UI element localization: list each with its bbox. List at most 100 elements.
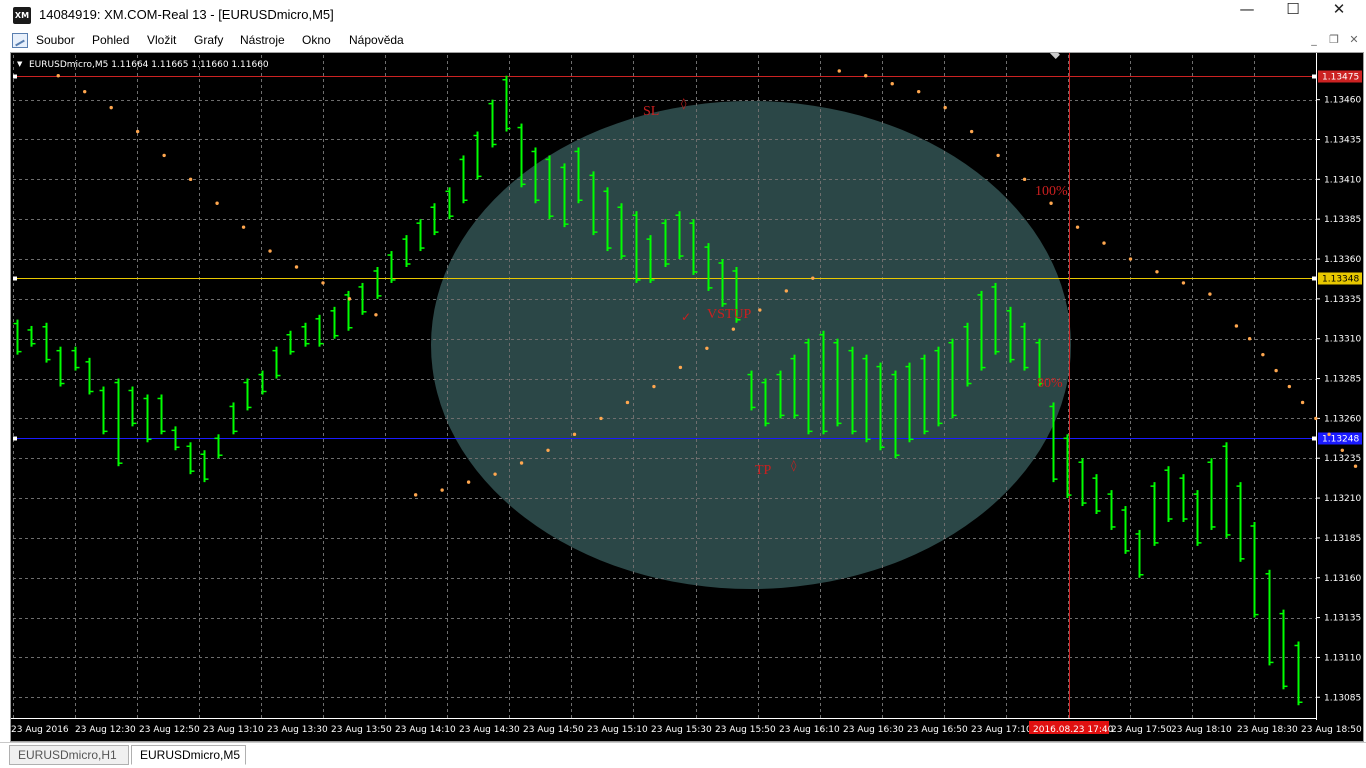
- sar-dot: [864, 74, 868, 78]
- sar-dot: [1261, 352, 1265, 357]
- sar-dot: [347, 297, 352, 301]
- sar-dot: [162, 153, 166, 158]
- level-price-label: 1.13348: [1322, 275, 1359, 285]
- mdi-minimize-button[interactable]: _: [1305, 33, 1323, 48]
- x-tick-label: 23 Aug 15:50: [715, 725, 776, 735]
- sar-dot: [1049, 201, 1053, 205]
- entry-check-icon: ✓: [681, 310, 691, 324]
- menu-napoveda[interactable]: Nápověda: [349, 33, 404, 47]
- sar-dot: [1102, 241, 1106, 245]
- sar-dot: [1247, 337, 1252, 341]
- sar-dot: [996, 153, 1000, 158]
- y-tick-label: 1.13210: [1324, 494, 1361, 504]
- sar-dot: [1314, 416, 1318, 421]
- y-tick-label: 1.13085: [1324, 693, 1361, 703]
- window-title: 14084919: XM.COM-Real 13 - [EURUSDmicro,…: [39, 7, 334, 22]
- x-tick-label: 23 Aug 2016: [11, 725, 69, 735]
- y-tick-label: 1.13185: [1324, 534, 1361, 544]
- level-handle: [13, 74, 17, 79]
- maximize-button[interactable]: ☐: [1270, 0, 1316, 31]
- x-tick-label: 23 Aug 13:30: [267, 725, 328, 735]
- close-button[interactable]: ✕: [1316, 0, 1362, 31]
- x-tick-label: 23 Aug 18:50: [1301, 725, 1362, 735]
- menu-soubor[interactable]: Soubor: [36, 33, 75, 47]
- sar-dot: [625, 400, 630, 405]
- y-tick-label: 1.13385: [1324, 215, 1361, 225]
- menu-nastroje[interactable]: Nástroje: [240, 33, 285, 47]
- sar-dot: [135, 129, 140, 134]
- vstup-annotation: VSTUP: [707, 307, 752, 322]
- menu-vlozit[interactable]: Vložit: [147, 33, 176, 47]
- level-80-annotation: 80%: [1037, 376, 1063, 391]
- sar-dot: [890, 82, 894, 86]
- x-tick-label: 23 Aug 16:50: [907, 725, 968, 735]
- chart-tab-bar: EURUSDmicro,H1 EURUSDmicro,M5: [0, 742, 1366, 768]
- sar-dot: [188, 177, 193, 182]
- sl-annotation: SL: [643, 104, 659, 119]
- x-tick-label: 23 Aug 14:30: [459, 725, 520, 735]
- sar-dot: [678, 365, 683, 370]
- sar-dot: [811, 276, 815, 280]
- tp-marker-icon: ◊: [791, 459, 797, 472]
- menu-pohled[interactable]: Pohled: [92, 33, 129, 47]
- level-handle: [13, 436, 17, 441]
- x-tick-label: 23 Aug 14:50: [523, 725, 584, 735]
- sar-dot: [440, 488, 444, 492]
- level-handle: [1312, 74, 1316, 79]
- price-chart[interactable]: 1.13085 1.13110 1.13135 1.13160 1.13185 1.132…: [11, 53, 1363, 741]
- y-tick-label: 1.13110: [1324, 653, 1361, 663]
- x-tick-label: 23 Aug 17:50: [1111, 725, 1172, 735]
- sar-dot: [1234, 324, 1239, 328]
- sar-dot: [1022, 177, 1027, 182]
- menu-grafy[interactable]: Grafy: [194, 33, 223, 47]
- sar-dot: [705, 346, 709, 350]
- sar-dot: [572, 432, 577, 437]
- menu-okno[interactable]: Okno: [302, 33, 331, 47]
- sar-dot: [109, 105, 113, 110]
- sar-dot: [599, 416, 603, 421]
- crosshair-time-label: 2016.08.23 17:40: [1033, 725, 1114, 735]
- mdi-restore-button[interactable]: ❐: [1325, 33, 1343, 48]
- sar-dot: [758, 308, 762, 312]
- sar-dot: [268, 249, 272, 253]
- x-tick-label: 23 Aug 15:30: [651, 725, 712, 735]
- sar-dot: [1128, 257, 1133, 261]
- sar-dot: [83, 89, 87, 94]
- x-tick-label: 23 Aug 17:10: [971, 725, 1032, 735]
- y-tick-label: 1.13135: [1324, 614, 1361, 624]
- title-bar: XM 14084919: XM.COM-Real 13 - [EURUSDmic…: [0, 0, 1366, 31]
- sar-dot: [1208, 292, 1212, 296]
- sar-dot: [943, 105, 947, 110]
- y-tick-label: 1.13310: [1324, 335, 1361, 345]
- x-tick-label: 23 Aug 13:10: [203, 725, 264, 735]
- minimize-button[interactable]: —: [1224, 0, 1270, 31]
- highlight-circle: [431, 101, 1071, 589]
- sar-dot: [493, 472, 497, 476]
- chart-header-label: EURUSDmicro,M5 1.11664 1.11665 1.11660 1…: [29, 60, 269, 70]
- y-tick-label: 1.13360: [1324, 255, 1361, 265]
- sar-dot: [1327, 432, 1331, 437]
- chart-header-arrow-icon: ▼: [17, 60, 23, 68]
- x-tick-label: 23 Aug 16:10: [779, 725, 840, 735]
- y-tick-label: 1.13410: [1324, 175, 1361, 185]
- menu-bar: Soubor Pohled Vložit Grafy Nástroje Okno…: [0, 31, 1366, 51]
- sar-dot: [1340, 448, 1345, 452]
- level-price-label: 1.13475: [1322, 73, 1359, 83]
- x-tick-label: 23 Aug 18:30: [1237, 725, 1298, 735]
- chart-window-icon[interactable]: [12, 33, 28, 48]
- tab-eurusd-m5[interactable]: EURUSDmicro,M5: [131, 745, 246, 765]
- chart-shift-marker-icon: [1050, 53, 1060, 59]
- sar-dot: [1353, 464, 1358, 468]
- sar-dot: [215, 201, 219, 205]
- sar-dot: [731, 327, 736, 331]
- x-tick-label: 23 Aug 12:50: [139, 725, 200, 735]
- sl-marker-icon: ◊: [681, 97, 687, 110]
- tab-eurusd-h1[interactable]: EURUSDmicro,H1: [9, 745, 129, 765]
- level-price-label: 1.13248: [1322, 435, 1359, 445]
- sar-dot: [321, 281, 325, 285]
- sar-dot: [837, 69, 841, 73]
- sar-dot: [519, 461, 524, 465]
- level-handle: [1312, 436, 1316, 441]
- x-tick-label: 23 Aug 15:10: [587, 725, 648, 735]
- mdi-close-button[interactable]: ✕: [1345, 33, 1363, 48]
